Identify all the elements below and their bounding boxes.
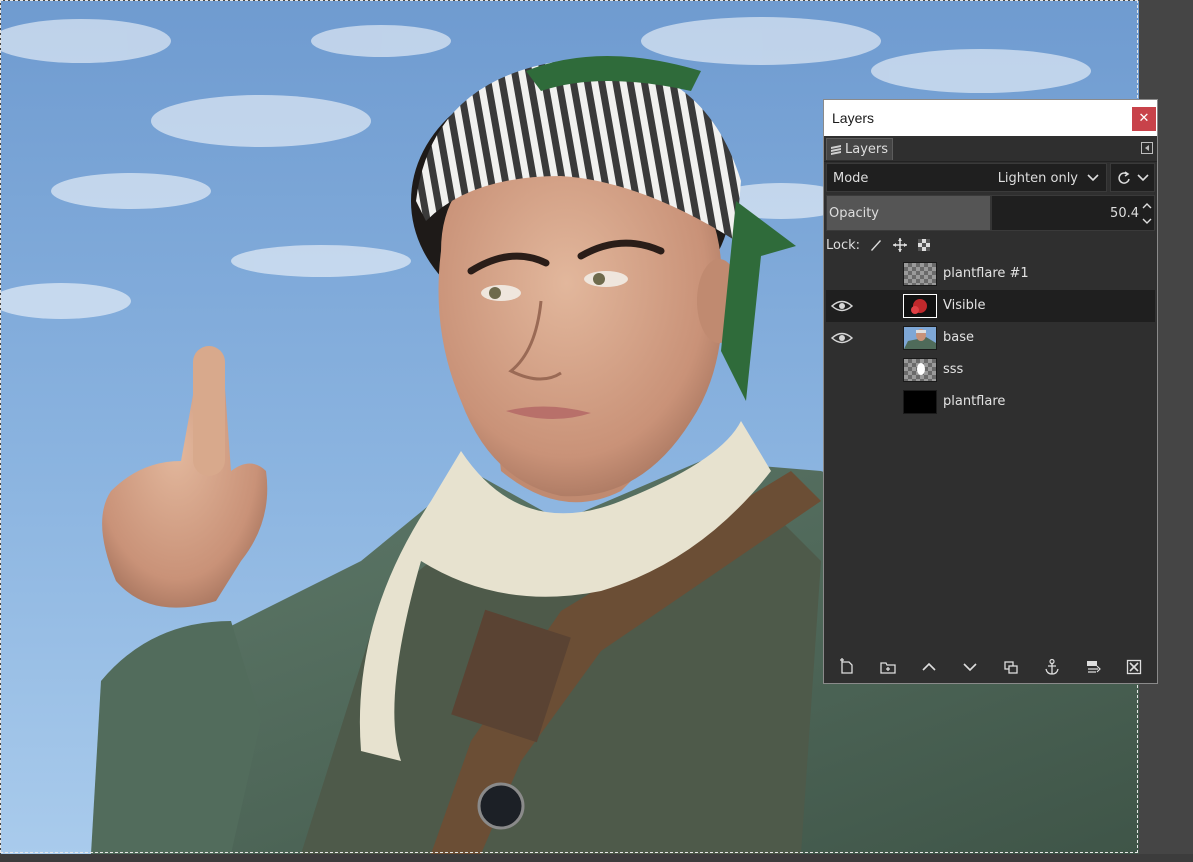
tab-layers[interactable]: Layers [826, 138, 894, 160]
delete-layer-icon[interactable] [1125, 658, 1143, 676]
layer-name: Visible [943, 298, 986, 313]
layer-row[interactable]: plantflare #1 [826, 258, 1155, 290]
layer-thumbnail [903, 262, 937, 286]
lock-pixels-brush-icon[interactable] [868, 237, 884, 253]
opacity-value[interactable]: 50.4 [1110, 206, 1139, 221]
close-icon: ✕ [1138, 111, 1150, 126]
layer-name: plantflare [943, 394, 1006, 409]
lock-label: Lock: [826, 237, 861, 253]
layer-row[interactable]: base [826, 322, 1155, 354]
eye-icon[interactable] [830, 298, 854, 314]
layers-stack-icon [830, 144, 842, 156]
lock-alpha-checker-icon[interactable] [916, 237, 932, 253]
layer-name: plantflare #1 [943, 266, 1029, 281]
layer-name: sss [943, 362, 964, 377]
layer-row[interactable]: plantflare [826, 386, 1155, 418]
anchor-layer-icon[interactable] [1043, 658, 1061, 676]
raise-layer-icon[interactable] [920, 658, 938, 676]
dock-tabbar: Layers [824, 136, 1157, 162]
close-button[interactable]: ✕ [1132, 107, 1156, 131]
opacity-slider[interactable]: Opacity 50.4 [826, 195, 1155, 231]
layer-row[interactable]: sss [826, 354, 1155, 386]
mode-value: Lighten only [997, 171, 1078, 186]
layer-row[interactable]: Visible [826, 290, 1155, 322]
reset-mode-icon [1117, 171, 1131, 185]
dock-menu-icon[interactable] [1141, 142, 1153, 154]
duplicate-layer-icon[interactable] [1002, 658, 1020, 676]
mode-select[interactable]: Mode Lighten only [826, 163, 1107, 192]
mode-row: Mode Lighten only [826, 163, 1155, 193]
new-layer-group-icon[interactable] [879, 658, 897, 676]
layers-toolbar [826, 653, 1155, 681]
layer-thumbnail [903, 358, 937, 382]
layers-list: plantflare #1 Visible base sss plantflar… [826, 258, 1155, 650]
dialog-title: Layers [832, 110, 875, 126]
layer-thumbnail [903, 326, 937, 350]
new-layer-icon[interactable] [838, 658, 856, 676]
layer-thumbnail [903, 390, 937, 414]
eye-icon[interactable] [830, 330, 854, 346]
chevron-down-icon [1137, 173, 1149, 183]
layer-name: base [943, 330, 974, 345]
opacity-label: Opacity [829, 206, 880, 221]
mode-group-button[interactable] [1110, 163, 1155, 192]
tab-label: Layers [845, 142, 889, 157]
mode-label: Mode [833, 171, 869, 186]
dialog-titlebar[interactable]: Layers ✕ [824, 100, 1157, 136]
layer-thumbnail [903, 294, 937, 318]
lock-row: Lock: [826, 235, 1155, 255]
layers-dialog: Layers ✕ Layers Mode Lighten only Opacit… [823, 99, 1158, 684]
spin-up-icon[interactable] [1142, 201, 1152, 211]
lower-layer-icon[interactable] [961, 658, 979, 676]
lock-position-move-icon[interactable] [892, 237, 908, 253]
chevron-down-icon [1087, 173, 1099, 183]
canvas-scrollbar-area[interactable] [0, 854, 1193, 862]
spin-down-icon[interactable] [1142, 216, 1152, 226]
merge-layer-icon[interactable] [1084, 658, 1102, 676]
